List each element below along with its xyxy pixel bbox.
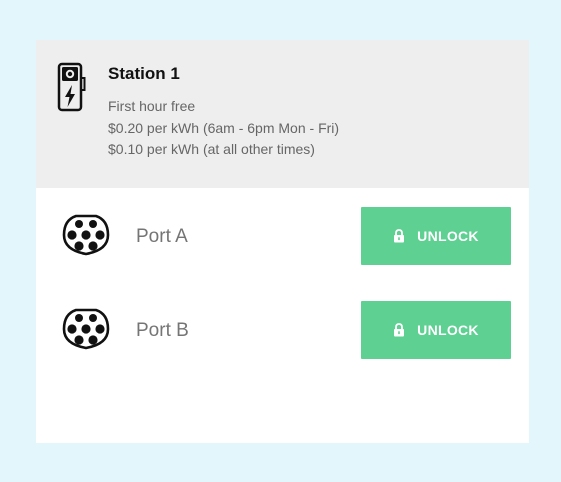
pricing-line-off-peak: $0.10 per kWh (at all other times) [108, 141, 315, 157]
port-row-a: Port A UNLOCK [36, 188, 529, 282]
lock-icon [394, 229, 405, 243]
station-title: Station 1 [108, 64, 180, 83]
port-label: Port A [136, 226, 188, 247]
unlock-port-b-button[interactable]: UNLOCK [361, 301, 511, 359]
lock-icon [394, 323, 405, 337]
ev-connector-icon [62, 308, 110, 350]
unlock-button-label: UNLOCK [417, 228, 479, 244]
pricing-line-free-hour: First hour free [108, 98, 196, 114]
pricing-line-peak: $0.20 per kWh (6am - 6pm Mon - Fri) [108, 120, 340, 136]
ev-connector-icon [62, 214, 110, 256]
station-header: Station 1 First hour free $0.20 per kWh … [36, 40, 529, 188]
port-label: Port B [136, 320, 189, 341]
port-row-b: Port B UNLOCK [36, 282, 529, 376]
unlock-port-a-button[interactable]: UNLOCK [361, 207, 511, 265]
station-card: Station 1 First hour free $0.20 per kWh … [36, 40, 529, 443]
unlock-button-label: UNLOCK [417, 322, 479, 338]
ev-charging-station-icon [57, 62, 86, 112]
